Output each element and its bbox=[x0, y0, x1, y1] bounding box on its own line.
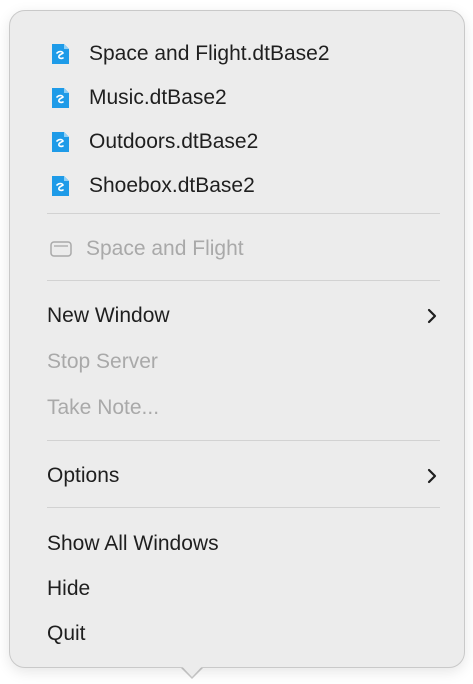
dock-menu-stage: Space and Flight.dtBase2 Music.dtBase2 O… bbox=[0, 0, 473, 684]
menu-separator bbox=[47, 213, 440, 214]
menu-item-label: Space and Flight bbox=[86, 237, 244, 260]
menu-item-label: Quit bbox=[47, 622, 86, 645]
menu-item-document-shoebox[interactable]: Shoebox.dtBase2 bbox=[10, 166, 464, 206]
window-icon bbox=[50, 241, 72, 257]
menu-item-label: Music.dtBase2 bbox=[89, 86, 227, 109]
database-document-icon bbox=[52, 176, 69, 196]
menu-item-label: Hide bbox=[47, 577, 91, 600]
menu-item-show-all-windows[interactable]: Show All Windows bbox=[10, 524, 464, 564]
menu-item-hide[interactable]: Hide bbox=[10, 569, 464, 609]
menu-separator bbox=[47, 280, 440, 281]
chevron-right-icon bbox=[427, 308, 437, 324]
menu-separator bbox=[47, 440, 440, 441]
database-document-icon bbox=[52, 88, 69, 108]
menu-item-document-outdoors[interactable]: Outdoors.dtBase2 bbox=[10, 122, 464, 162]
menu-item-label: Show All Windows bbox=[47, 532, 219, 555]
menu-item-window-space-and-flight: Space and Flight bbox=[10, 229, 464, 269]
chevron-right-icon bbox=[427, 468, 437, 484]
menu-item-document-music[interactable]: Music.dtBase2 bbox=[10, 78, 464, 118]
database-document-icon bbox=[52, 44, 69, 64]
menu-separator bbox=[47, 507, 440, 508]
menu-item-options[interactable]: Options bbox=[10, 456, 464, 496]
menu-item-stop-server: Stop Server bbox=[10, 342, 464, 382]
menu-item-document-space-and-flight[interactable]: Space and Flight.dtBase2 bbox=[10, 34, 464, 74]
menu-item-quit[interactable]: Quit bbox=[10, 614, 464, 654]
menu-item-label: Space and Flight.dtBase2 bbox=[89, 42, 330, 65]
database-document-icon bbox=[52, 132, 69, 152]
menu-item-label: Take Note... bbox=[47, 396, 160, 419]
menu-item-label: Outdoors.dtBase2 bbox=[89, 130, 259, 153]
menu-item-new-window[interactable]: New Window bbox=[10, 296, 464, 336]
dock-context-menu: Space and Flight.dtBase2 Music.dtBase2 O… bbox=[9, 10, 465, 668]
menu-item-label: Stop Server bbox=[47, 350, 158, 373]
menu-pointer bbox=[176, 660, 208, 677]
menu-item-label: Shoebox.dtBase2 bbox=[89, 174, 255, 197]
menu-item-label: New Window bbox=[47, 304, 170, 327]
menu-item-label: Options bbox=[47, 464, 120, 487]
menu-item-take-note: Take Note... bbox=[10, 388, 464, 428]
